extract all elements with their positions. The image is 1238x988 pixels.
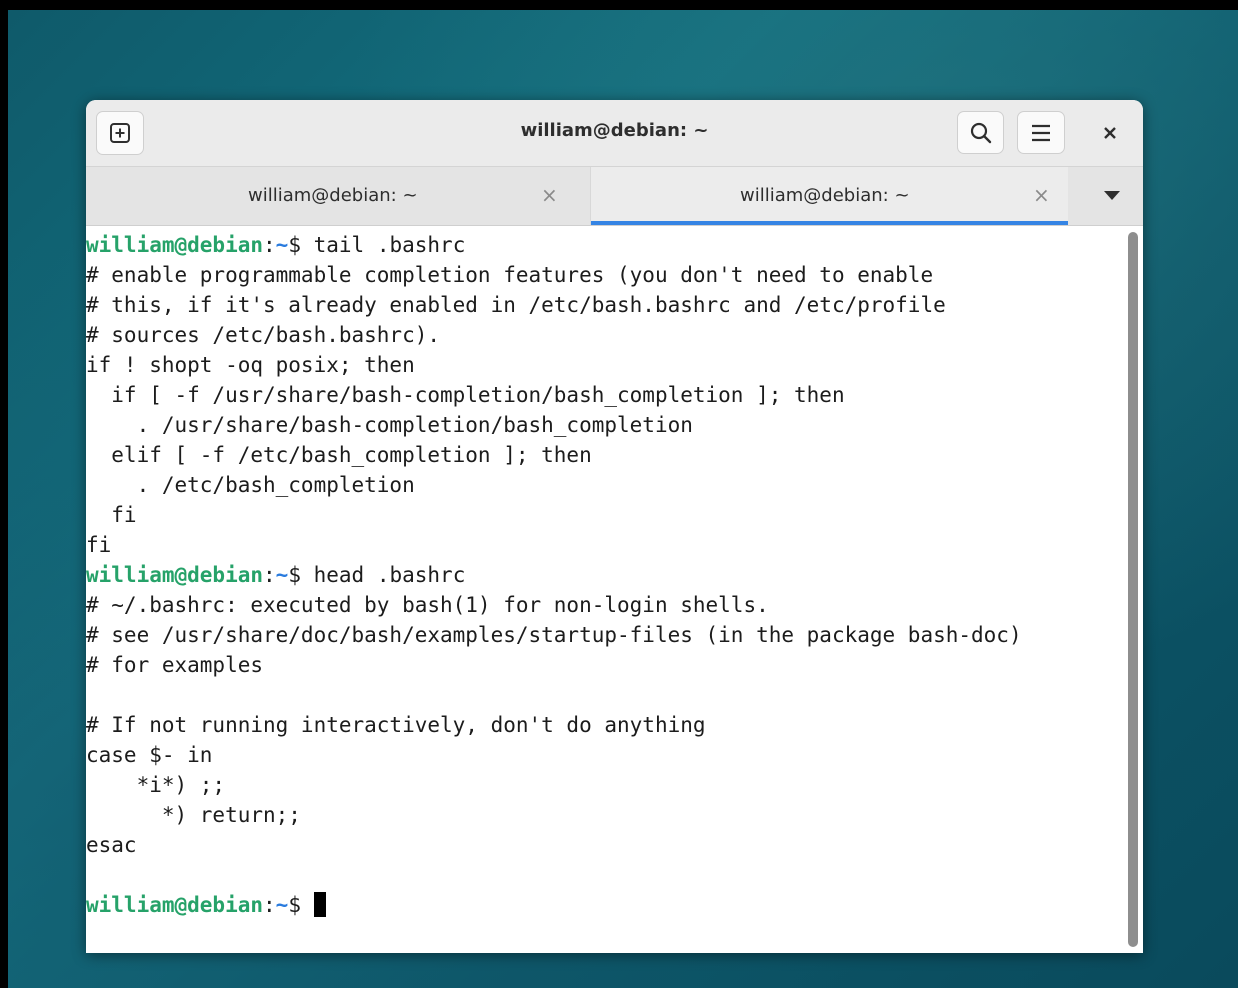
prompt-path: ~ — [275, 563, 289, 587]
scrollbar-thumb[interactable] — [1128, 232, 1138, 947]
chevron-down-icon[interactable] — [1104, 191, 1120, 200]
tab-label: william@debian: ~ — [248, 185, 418, 206]
output-line: # enable programmable completion feature… — [86, 263, 934, 287]
tab-close-button[interactable]: × — [1033, 183, 1050, 207]
output-line: case $- in — [86, 743, 213, 767]
output-line: fi — [86, 533, 112, 557]
output-line: if [ -f /usr/share/bash-completion/bash_… — [86, 383, 845, 407]
output-line: esac — [86, 833, 137, 857]
prompt-user: william@debian — [86, 233, 264, 257]
terminal-window: william@debian: ~ william@debian: ~ × wi… — [86, 100, 1143, 953]
prompt-line: william@debian:~$ — [86, 890, 326, 920]
output-line: *i*) ;; — [86, 773, 226, 797]
prompt-line: william@debian:~$ tail .bashrc — [86, 230, 465, 260]
output-line: # this, if it's already enabled in /etc/… — [86, 293, 946, 317]
tab-1[interactable]: william@debian: ~ × — [86, 167, 590, 225]
tab-2[interactable]: william@debian: ~ × — [590, 167, 1068, 225]
prompt-separator: : — [263, 563, 276, 587]
prompt-user: william@debian — [86, 893, 264, 917]
text-cursor — [313, 892, 326, 917]
output-line: if ! shopt -oq posix; then — [86, 353, 415, 377]
search-button[interactable] — [957, 111, 1004, 154]
tab-bar: william@debian: ~ × william@debian: ~ × — [86, 167, 1143, 226]
output-line: *) return;; — [86, 803, 301, 827]
output-line: # ~/.bashrc: executed by bash(1) for non… — [86, 593, 769, 617]
output-line: # see /usr/share/doc/bash/examples/start… — [86, 623, 1022, 647]
output-line: fi — [86, 503, 137, 527]
prompt-separator: : — [263, 233, 276, 257]
prompt-symbol: $ — [288, 233, 314, 257]
header-bar: william@debian: ~ — [86, 100, 1143, 167]
terminal-output[interactable]: william@debian:~$ tail .bashrc # enable … — [86, 226, 1126, 953]
scrollbar[interactable] — [1126, 226, 1143, 953]
command-text: tail .bashrc — [313, 233, 466, 257]
prompt-path: ~ — [275, 233, 289, 257]
search-icon — [970, 122, 991, 143]
output-line: elif [ -f /etc/bash_completion ]; then — [86, 443, 592, 467]
prompt-user: william@debian — [86, 563, 264, 587]
tab-label: william@debian: ~ — [740, 185, 910, 206]
tab-close-button[interactable]: × — [541, 183, 558, 207]
prompt-symbol: $ — [288, 893, 314, 917]
output-line: # If not running interactively, don't do… — [86, 713, 706, 737]
prompt-path: ~ — [275, 893, 289, 917]
command-text: head .bashrc — [313, 563, 466, 587]
close-icon — [1104, 126, 1116, 139]
prompt-separator: : — [263, 893, 276, 917]
output-line: # sources /etc/bash.bashrc). — [86, 323, 441, 347]
main-menu-button[interactable] — [1017, 111, 1065, 154]
window-close-button[interactable] — [1090, 111, 1130, 154]
output-line: . /etc/bash_completion — [86, 473, 415, 497]
active-tab-indicator — [591, 221, 1068, 225]
hamburger-menu-icon — [1032, 124, 1050, 141]
output-line: . /usr/share/bash-completion/bash_comple… — [86, 413, 693, 437]
output-line: # for examples — [86, 653, 264, 677]
prompt-line: william@debian:~$ head .bashrc — [86, 560, 465, 590]
prompt-symbol: $ — [288, 563, 314, 587]
